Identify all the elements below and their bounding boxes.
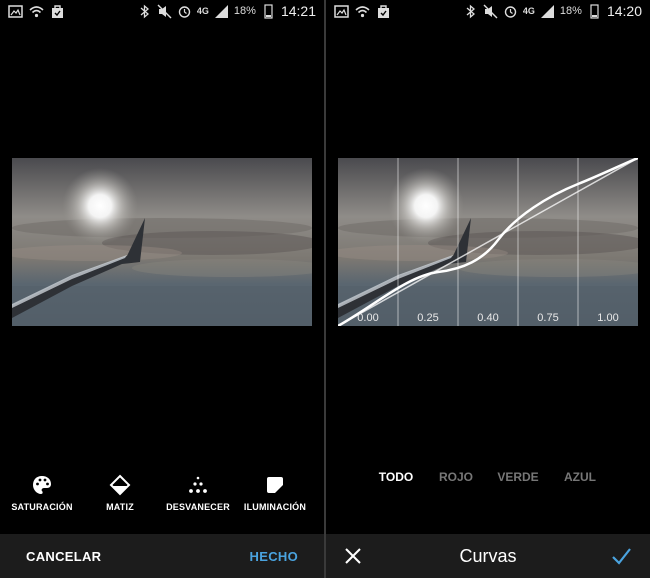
curve-tick-label: 0.00	[357, 312, 379, 324]
battery-percent: 18%	[559, 5, 582, 17]
bluetooth-icon	[140, 4, 149, 18]
tool-label: DESVANECER	[166, 502, 230, 512]
curve-tick-label: 1.00	[597, 312, 619, 324]
tint-icon	[109, 474, 131, 496]
tool-label: SATURACIÓN	[11, 502, 73, 512]
tool-label: ILUMINACIÓN	[243, 502, 307, 512]
clock: 14:20	[606, 3, 642, 19]
gallery-icon	[334, 5, 349, 18]
network-type: 4G	[522, 6, 535, 16]
bluetooth-icon	[466, 4, 475, 18]
curves-action-bar: Curvas	[326, 534, 650, 578]
status-bar: 4G 18% 14:21	[0, 0, 324, 24]
shopping-bag-icon	[378, 5, 389, 18]
signal-icon	[540, 4, 554, 18]
done-button[interactable]: HECHO	[250, 549, 298, 564]
vignette-icon	[267, 477, 283, 493]
wifi-icon	[29, 6, 44, 18]
curve-tick-label: 0.25	[417, 312, 439, 324]
baseline-diagonal	[338, 158, 638, 326]
saturation-tool[interactable]: SATURACIÓN	[2, 474, 82, 512]
curves-screen: 4G 18% 14:20 0.00 0.25 0.40 0.75 1.00 TO…	[326, 0, 650, 578]
battery-percent: 18%	[233, 5, 256, 17]
photo-preview: 0.00 0.25 0.40 0.75 1.00	[338, 158, 638, 326]
tab-azul[interactable]: AZUL	[550, 470, 610, 484]
clock: 14:21	[280, 3, 316, 19]
tab-verde[interactable]: VERDE	[488, 470, 548, 484]
network-type: 4G	[196, 6, 209, 16]
fade-tool[interactable]: DESVANECER	[158, 474, 238, 512]
fade-dots-icon	[189, 476, 207, 493]
curve-tick-label: 0.75	[537, 312, 559, 324]
palette-icon	[33, 476, 51, 494]
curves-editor[interactable]: 0.00 0.25 0.40 0.75 1.00	[338, 158, 638, 326]
action-bar: CANCELAR HECHO	[0, 534, 324, 578]
tool-label: MATIZ	[106, 502, 134, 512]
tab-rojo[interactable]: ROJO	[426, 470, 486, 484]
vignette-tool[interactable]: ILUMINACIÓN	[235, 474, 315, 512]
cancel-button[interactable]: CANCELAR	[26, 549, 101, 564]
gallery-icon	[8, 5, 23, 18]
check-icon[interactable]	[610, 545, 632, 567]
tab-todo[interactable]: TODO	[366, 470, 426, 484]
shopping-bag-icon	[52, 5, 63, 18]
photo-preview	[12, 158, 312, 326]
mute-icon	[483, 4, 498, 18]
edit-screen: 4G 18% 14:21 SATURACIÓN MATIZ DESVANECER…	[0, 0, 324, 578]
signal-icon	[214, 4, 228, 18]
tint-tool[interactable]: MATIZ	[80, 474, 160, 512]
battery-icon	[590, 3, 599, 19]
curve-tick-label: 0.40	[477, 312, 499, 324]
battery-icon	[264, 3, 273, 19]
alarm-icon	[504, 5, 517, 18]
page-title: Curvas	[459, 546, 517, 566]
wifi-icon	[355, 6, 370, 18]
adjustment-tools: SATURACIÓN MATIZ DESVANECER ILUMINACIÓN	[0, 474, 324, 524]
status-bar: 4G 18% 14:20	[326, 0, 650, 24]
mute-icon	[157, 4, 172, 18]
alarm-icon	[178, 5, 191, 18]
channel-tabs: TODO ROJO VERDE AZUL	[326, 470, 650, 486]
